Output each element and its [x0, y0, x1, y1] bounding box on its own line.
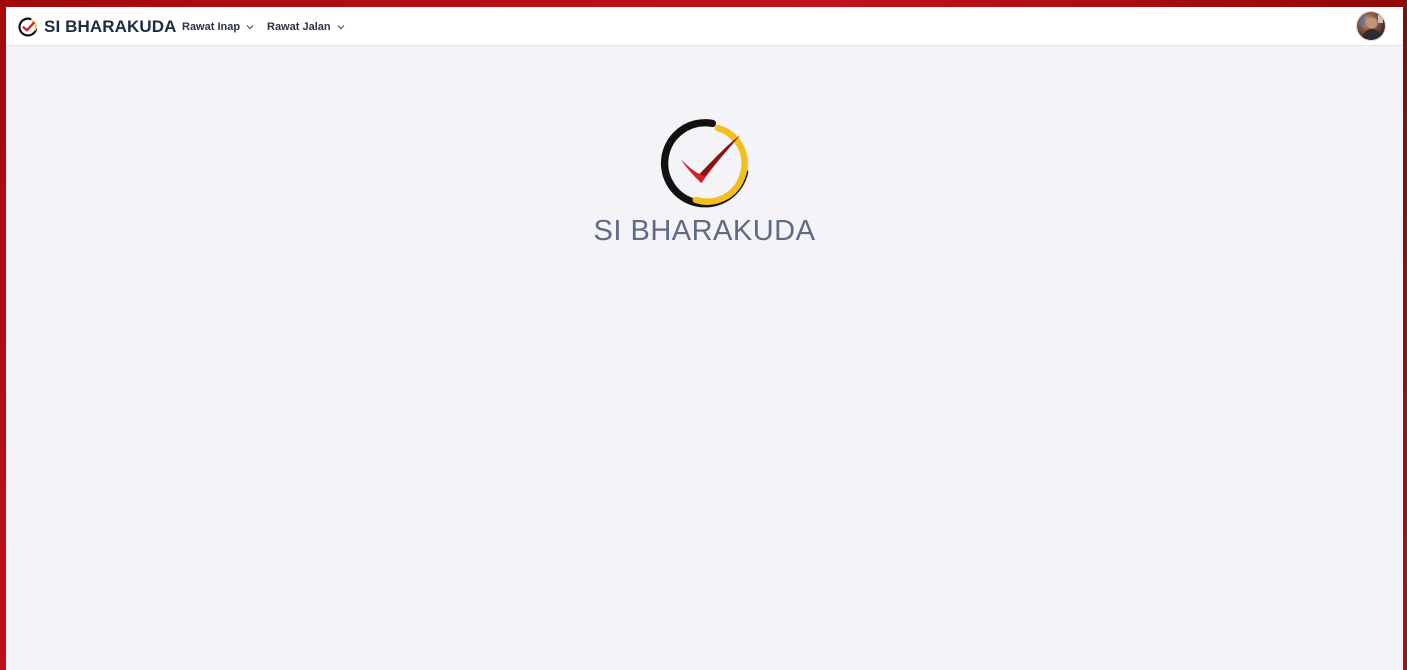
brand-name: SI BHARAKUDA: [44, 16, 177, 36]
chevron-down-icon: [246, 21, 254, 33]
check-circle-logo-icon: [18, 17, 38, 37]
user-avatar[interactable]: [1357, 12, 1385, 40]
app-window: SI BHARAKUDA Rawat Inap Rawat Jalan SI B…: [6, 7, 1403, 670]
nav-rawat-jalan[interactable]: Rawat Jalan: [267, 7, 345, 46]
hero-section: SI BHARAKUDA: [6, 117, 1403, 248]
nav-rawat-inap[interactable]: Rawat Inap: [182, 7, 254, 46]
nav-rawat-inap-label: Rawat Inap: [182, 20, 241, 33]
top-navbar: SI BHARAKUDA Rawat Inap Rawat Jalan: [6, 7, 1403, 46]
check-circle-logo-icon: [6, 117, 1403, 209]
brand-link[interactable]: SI BHARAKUDA: [18, 7, 176, 46]
nav-rawat-jalan-label: Rawat Jalan: [267, 20, 331, 33]
hero-title: SI BHARAKUDA: [593, 215, 816, 247]
chevron-down-icon: [337, 21, 345, 33]
